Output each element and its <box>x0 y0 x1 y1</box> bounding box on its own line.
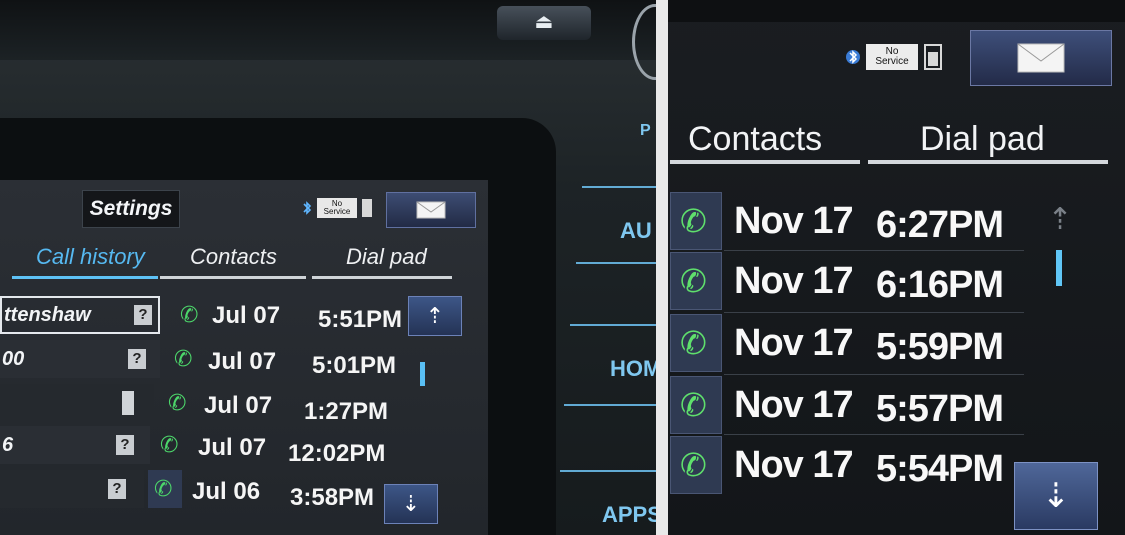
left-photo-panel: ⏏ P AU HOM APPS Settings No Service Call… <box>0 0 656 535</box>
call-time: 1:27PM <box>304 398 389 425</box>
list-item[interactable]: 6 ? ✆ Jul 07 12:02PM <box>0 426 400 467</box>
scroll-down-button[interactable]: ⇣ <box>1014 462 1098 530</box>
row-divider <box>724 374 1024 375</box>
phone-icon: ✆ <box>680 263 707 299</box>
list-item[interactable]: ✆ Nov 17 6:27PM <box>668 192 1013 250</box>
list-item[interactable]: ✆ Jul 07 1:27PM <box>0 384 400 425</box>
list-item[interactable]: ✆ Nov 17 5:57PM <box>668 376 1013 434</box>
envelope-icon <box>1017 43 1065 73</box>
list-item[interactable]: ✆ Nov 17 5:54PM <box>668 436 1013 494</box>
call-date: Nov 17 <box>734 384 854 426</box>
tab-dial-pad[interactable]: Dial pad <box>346 244 427 270</box>
tab-dial-pad[interactable]: Dial pad <box>920 120 1045 159</box>
phone-icon: ✆ <box>680 325 707 361</box>
tab-underline <box>312 276 452 279</box>
call-date: Nov 17 <box>734 200 854 242</box>
phone-icon: ✆ <box>160 432 179 457</box>
call-time: 5:57PM <box>876 388 1004 430</box>
status-bar: No Service <box>302 198 372 218</box>
arrow-down-icon: ⇣ <box>1041 477 1071 515</box>
row-divider <box>724 434 1024 435</box>
bluetooth-icon <box>303 201 312 215</box>
battery-icon <box>362 199 372 217</box>
list-item[interactable]: ✆ Nov 17 6:16PM <box>668 252 1013 310</box>
call-time: 6:16PM <box>876 264 1004 306</box>
no-service-indicator: No Service <box>317 198 357 218</box>
phone-icon: ✆ <box>180 302 199 327</box>
arrow-up-icon: ⇡ <box>425 303 445 328</box>
unknown-badge: ? <box>134 305 152 325</box>
phone-icon: ✆ <box>174 346 193 371</box>
hardware-button-label-p[interactable]: P <box>640 122 651 140</box>
phone-icon: ✆ <box>680 387 707 423</box>
call-time: 3:58PM <box>290 484 375 511</box>
call-time: 5:59PM <box>876 326 1004 368</box>
call-time: 5:54PM <box>876 448 1004 490</box>
row-divider <box>724 250 1024 251</box>
call-date: Nov 17 <box>734 260 854 302</box>
list-item[interactable]: 00 ? ✆ Jul 07 5:01PM <box>0 340 400 379</box>
battery-icon <box>924 44 942 70</box>
scroll-up-button[interactable]: ⇡ <box>408 296 462 336</box>
unknown-badge: ? <box>116 435 134 455</box>
bluetooth-icon <box>846 50 860 64</box>
phone-icon: ✆ <box>154 476 173 501</box>
call-date: Jul 07 <box>198 434 267 461</box>
scroll-indicator[interactable] <box>420 362 425 386</box>
screen-top-trim <box>668 0 1125 22</box>
hardware-button-apps[interactable]: APPS <box>602 502 656 528</box>
arrow-down-icon: ⇣ <box>401 491 421 516</box>
hardware-button-divider <box>582 186 656 188</box>
list-item[interactable]: ? ✆ Jul 06 3:58PM <box>0 470 400 511</box>
hardware-button-divider <box>576 262 656 264</box>
hardware-button-divider <box>564 404 656 406</box>
tab-underline <box>868 160 1108 164</box>
list-item[interactable]: ✆ Nov 17 5:59PM <box>668 314 1013 372</box>
no-service-indicator: No Service <box>866 44 918 70</box>
hardware-button-audio[interactable]: AU <box>620 218 652 244</box>
hardware-button-home[interactable]: HOM <box>610 356 656 382</box>
arrow-up-icon: ⇡ <box>1047 203 1073 236</box>
settings-button[interactable]: Settings <box>82 190 180 228</box>
eject-button[interactable]: ⏏ <box>497 6 591 40</box>
tab-contacts[interactable]: Contacts <box>190 244 277 270</box>
mobile-phone-icon <box>122 391 134 415</box>
envelope-icon <box>416 201 446 219</box>
mail-button[interactable] <box>386 192 476 228</box>
call-date: Jul 07 <box>204 392 273 419</box>
call-date: Nov 17 <box>734 322 854 364</box>
call-time: 5:01PM <box>312 352 397 379</box>
call-time: 5:51PM <box>318 306 403 333</box>
call-date: Jul 06 <box>192 478 261 505</box>
tab-contacts[interactable]: Contacts <box>688 120 822 159</box>
call-date: Nov 17 <box>734 444 854 486</box>
phone-icon: ✆ <box>680 203 707 239</box>
call-date: Jul 07 <box>208 348 277 375</box>
hardware-button-divider <box>570 324 656 326</box>
phone-icon: ✆ <box>168 390 187 415</box>
unknown-badge: ? <box>128 349 146 369</box>
scroll-indicator[interactable] <box>1056 250 1062 286</box>
unknown-badge: ? <box>108 479 126 499</box>
status-bar: No Service <box>846 44 942 70</box>
tab-underline <box>670 160 860 164</box>
scroll-down-button[interactable]: ⇣ <box>384 484 438 524</box>
row-divider <box>724 312 1024 313</box>
list-item[interactable]: ttenshaw ? ✆ Jul 07 5:51PM <box>0 296 403 334</box>
scroll-up-button[interactable]: ⇡ <box>1040 200 1080 240</box>
tab-underline <box>160 276 306 279</box>
tab-underline <box>12 276 158 279</box>
call-time: 12:02PM <box>288 440 386 467</box>
hardware-button-divider <box>560 470 656 472</box>
mail-button[interactable] <box>970 30 1112 86</box>
tab-call-history[interactable]: Call history <box>36 244 145 270</box>
call-date: Jul 07 <box>212 302 281 329</box>
right-photo-panel: No Service Contacts Dial pad ✆ Nov 17 6:… <box>668 0 1125 535</box>
call-time: 6:27PM <box>876 204 1004 246</box>
phone-icon: ✆ <box>680 447 707 483</box>
